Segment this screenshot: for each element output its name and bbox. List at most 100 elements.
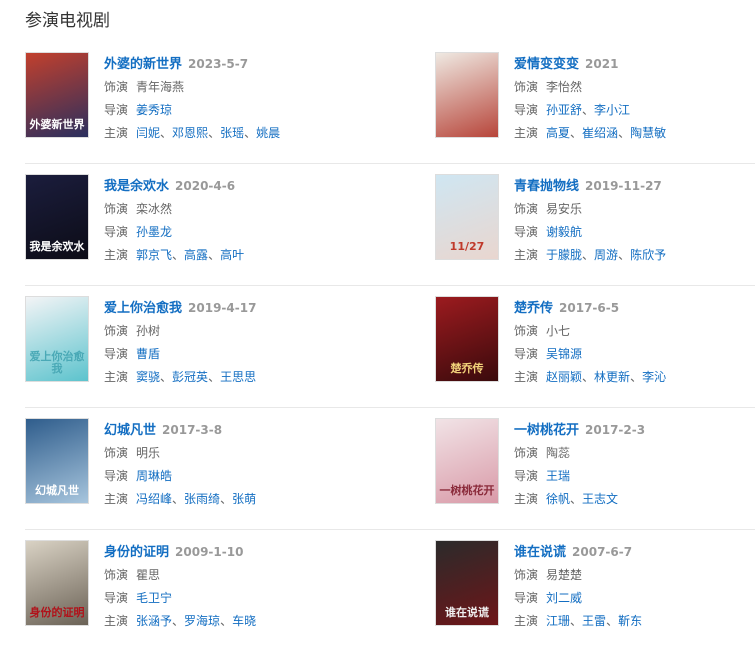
cast-member-link[interactable]: 靳东: [618, 614, 642, 628]
director-label: 导演: [514, 591, 539, 605]
director-link[interactable]: 吴锦源: [546, 347, 582, 361]
show-card: 谁在说谎 谁在说谎 2007-6-7 饰演 易楚楚 导演 刘二威 主演 江珊、王雷、靳东: [435, 530, 755, 651]
cast-member-link[interactable]: 张萌: [232, 492, 256, 506]
show-title-link[interactable]: 爱情变变变: [514, 57, 579, 72]
director-line: 导演 吴锦源: [514, 345, 755, 363]
show-poster[interactable]: 外婆新世界: [25, 52, 89, 138]
show-air-date: 2023-5-7: [188, 57, 249, 71]
cast-member-link[interactable]: 高夏: [546, 126, 570, 140]
show-title-link[interactable]: 一树桃花开: [514, 423, 579, 438]
role-label: 饰演: [104, 446, 129, 460]
cast-member-link[interactable]: 周游: [594, 248, 618, 262]
show-poster[interactable]: 爱上你治愈我: [25, 296, 89, 382]
cast-member-link[interactable]: 张涵予: [136, 614, 172, 628]
cast-member-link[interactable]: 高露: [184, 248, 208, 262]
cast-member-link[interactable]: 李沁: [642, 370, 666, 384]
cast-member-link[interactable]: 陶慧敏: [630, 126, 666, 140]
cast-line: 主演 冯绍峰、张雨绮、张萌: [104, 490, 435, 508]
name-separator: 、: [244, 126, 257, 140]
cast-member-link[interactable]: 窦骁: [136, 370, 160, 384]
show-card: 外婆新世界 外婆的新世界 2023-5-7 饰演 青年海燕 导演 姜秀琼 主演 闫妮、邓恩熙、张…: [25, 42, 435, 163]
cast-member-link[interactable]: 罗海琼: [184, 614, 220, 628]
show-title-link[interactable]: 身份的证明: [104, 545, 169, 560]
cast-member-link[interactable]: 高叶: [220, 248, 244, 262]
show-title-link[interactable]: 楚乔传: [514, 301, 553, 316]
cast-member-link[interactable]: 徐帆: [546, 492, 570, 506]
cast-label: 主演: [514, 614, 539, 628]
show-info: 身份的证明 2009-1-10 饰演 瞿思 导演 毛卫宁 主演 张涵予、罗海琼、车晓: [104, 540, 435, 651]
director-link[interactable]: 姜秀琼: [136, 103, 172, 117]
show-poster[interactable]: 身份的证明: [25, 540, 89, 626]
role-name: 小七: [546, 324, 571, 338]
cast-member-link[interactable]: 闫妮: [136, 126, 160, 140]
show-poster[interactable]: 幻城凡世: [25, 418, 89, 504]
show-info: 楚乔传 2017-6-5 饰演 小七 导演 吴锦源 主演 赵丽颖、林更新、李沁: [514, 296, 755, 407]
director-link[interactable]: 毛卫宁: [136, 591, 172, 605]
director-link[interactable]: 孙墨龙: [136, 225, 172, 239]
role-name: 李怡然: [546, 80, 583, 94]
show-title-line: 青春抛物线 2019-11-27: [514, 177, 755, 195]
cast-label: 主演: [104, 492, 129, 506]
show-poster[interactable]: 11/27: [435, 174, 499, 260]
show-title-link[interactable]: 爱上你治愈我: [104, 301, 182, 316]
cast-member-link[interactable]: 姚晨: [256, 126, 280, 140]
show-title-line: 楚乔传 2017-6-5: [514, 299, 755, 317]
cast-member-link[interactable]: 冯绍峰: [136, 492, 172, 506]
director-link[interactable]: 周琳皓: [136, 469, 172, 483]
cast-member-link[interactable]: 王志文: [582, 492, 618, 506]
cast-member-link[interactable]: 林更新: [594, 370, 630, 384]
show-poster[interactable]: 楚乔传: [435, 296, 499, 382]
director-line: 导演 王瑞: [514, 467, 755, 485]
show-info: 外婆的新世界 2023-5-7 饰演 青年海燕 导演 姜秀琼 主演 闫妮、邓恩熙、张瑶、姚晨: [104, 52, 435, 163]
show-poster[interactable]: [435, 52, 499, 138]
role-line: 饰演 青年海燕: [104, 78, 435, 96]
cast-member-link[interactable]: 于朦胧: [546, 248, 582, 262]
cast-member-link[interactable]: 王雷: [582, 614, 606, 628]
poster-title-art: 我是余欢水: [29, 240, 85, 253]
show-row: 外婆新世界 外婆的新世界 2023-5-7 饰演 青年海燕 导演 姜秀琼 主演 闫妮、邓恩熙、张…: [25, 42, 755, 164]
role-label: 饰演: [514, 446, 539, 460]
show-poster[interactable]: 谁在说谎: [435, 540, 499, 626]
show-title-link[interactable]: 我是余欢水: [104, 179, 169, 194]
role-name: 陶蕊: [546, 446, 571, 460]
cast-member-link[interactable]: 赵丽颖: [546, 370, 582, 384]
role-name: 孙树: [136, 324, 161, 338]
director-link[interactable]: 谢毅航: [546, 225, 582, 239]
show-title-link[interactable]: 幻城凡世: [104, 423, 156, 438]
cast-line: 主演 郭京飞、高露、高叶: [104, 246, 435, 264]
cast-line: 主演 于朦胧、周游、陈欣予: [514, 246, 755, 264]
poster-title-art: 一树桃花开: [439, 484, 495, 497]
cast-member-link[interactable]: 郭京飞: [136, 248, 172, 262]
cast-member-link[interactable]: 彭冠英: [172, 370, 208, 384]
cast-member-link[interactable]: 王思思: [220, 370, 256, 384]
director-line: 导演 姜秀琼: [104, 101, 435, 119]
director-link[interactable]: 孙亚舒: [546, 103, 582, 117]
name-separator: 、: [570, 492, 583, 506]
show-title-line: 一树桃花开 2017-2-3: [514, 421, 755, 439]
cast-member-link[interactable]: 陈欣予: [630, 248, 666, 262]
director-link[interactable]: 刘二威: [546, 591, 582, 605]
role-name: 青年海燕: [136, 80, 185, 94]
director-link[interactable]: 王瑞: [546, 469, 570, 483]
show-poster[interactable]: 我是余欢水: [25, 174, 89, 260]
cast-member-link[interactable]: 崔绍涵: [582, 126, 618, 140]
poster-title-art: 爱上你治愈我: [29, 350, 85, 375]
cast-member-link[interactable]: 车晓: [232, 614, 256, 628]
director-link[interactable]: 李小江: [594, 103, 630, 117]
director-line: 导演 孙墨龙: [104, 223, 435, 241]
cast-label: 主演: [104, 370, 129, 384]
show-poster[interactable]: 一树桃花开: [435, 418, 499, 504]
role-line: 饰演 孙树: [104, 322, 435, 340]
director-link[interactable]: 曹盾: [136, 347, 160, 361]
cast-member-link[interactable]: 邓恩熙: [172, 126, 208, 140]
cast-member-link[interactable]: 张瑶: [220, 126, 244, 140]
show-title-link[interactable]: 外婆的新世界: [104, 57, 182, 72]
cast-member-link[interactable]: 张雨绮: [184, 492, 220, 506]
show-title-link[interactable]: 青春抛物线: [514, 179, 579, 194]
tv-show-grid: 外婆新世界 外婆的新世界 2023-5-7 饰演 青年海燕 导演 姜秀琼 主演 闫妮、邓恩熙、张…: [25, 42, 755, 651]
name-separator: 、: [172, 248, 185, 262]
cast-member-link[interactable]: 江珊: [546, 614, 570, 628]
cast-label: 主演: [514, 248, 539, 262]
name-separator: 、: [570, 614, 583, 628]
show-title-link[interactable]: 谁在说谎: [514, 545, 566, 560]
